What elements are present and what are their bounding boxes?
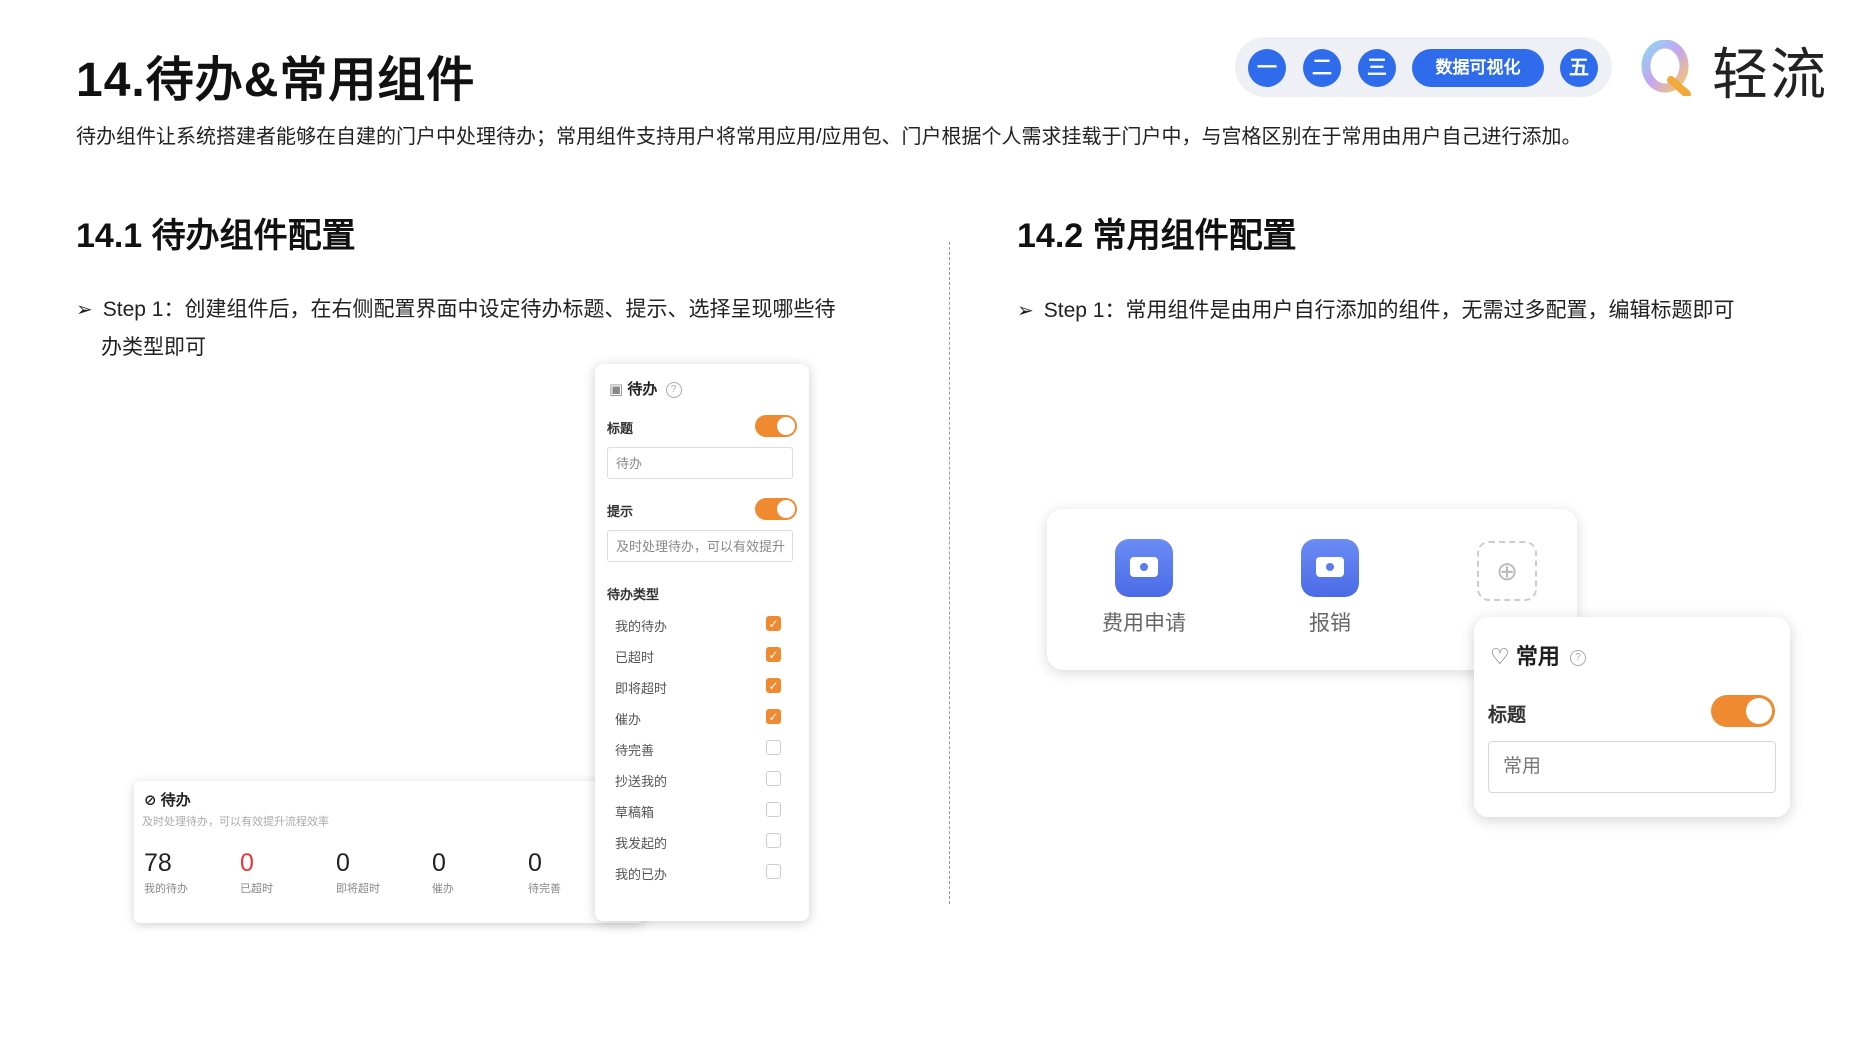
common-config-card: ♡ 常用 ? 标题 常用: [1474, 617, 1790, 817]
todo-icon: ▣: [609, 381, 624, 398]
common-card-header-text: 常用: [1515, 644, 1560, 669]
stat-value: 0: [432, 849, 446, 877]
app-label: 费用申请: [1102, 612, 1186, 635]
stat-label: 我的待办: [144, 883, 188, 895]
stat-label: 即将超时: [336, 883, 380, 895]
checkbox[interactable]: ✓: [766, 616, 781, 631]
type-option[interactable]: 我的已办: [607, 862, 793, 882]
app-expense-request[interactable]: 费用申请: [1089, 539, 1199, 637]
step-todo: ➢ Step 1：创建组件后，在右侧配置界面中设定待办标题、提示、选择呈现哪些待: [76, 291, 835, 329]
type-option[interactable]: 已超时 ✓: [607, 645, 793, 665]
page-intro: 待办组件让系统搭建者能够在自建的门户中处理待办；常用组件支持用户将常用应用/应用…: [76, 126, 1582, 148]
type-option-label: 已超时: [615, 650, 655, 665]
hint-toggle[interactable]: [755, 498, 797, 520]
checkbox[interactable]: [766, 833, 781, 848]
type-option-label: 草稿箱: [615, 805, 655, 820]
todo-widget-card: ⊘ 待办 及时处理待办，可以有效提升流程效率 78 我的待办 0 已超时 0 即…: [134, 781, 644, 923]
step-todo-line2: 办类型即可: [101, 336, 206, 359]
checkbox[interactable]: [766, 771, 781, 786]
todo-widget-title: ⊘ 待办: [144, 789, 191, 810]
checkbox[interactable]: ✓: [766, 647, 781, 662]
nav-item-data-visualization[interactable]: 数据可视化: [1412, 49, 1544, 87]
type-option[interactable]: 催办 ✓: [607, 707, 793, 727]
stat-value: 0: [240, 849, 254, 877]
type-option-label: 我的已办: [615, 867, 668, 882]
chapter-nav: 一 二 三 数据可视化 五: [1235, 37, 1612, 97]
common-title-toggle[interactable]: [1711, 695, 1775, 727]
heart-icon: ♡: [1490, 644, 1510, 669]
panel-header: ▣ 待办 ?: [609, 378, 682, 399]
type-option-label: 抄送我的: [615, 774, 668, 789]
title-input[interactable]: 待办: [607, 447, 793, 479]
stat-my-todo[interactable]: 78 我的待办: [144, 849, 234, 896]
nav-item-1[interactable]: 一: [1248, 49, 1286, 87]
stat-near-overdue[interactable]: 0 即将超时: [336, 849, 426, 896]
type-option-label: 待完善: [615, 743, 655, 758]
title-toggle[interactable]: [755, 415, 797, 437]
checkbox[interactable]: ✓: [766, 709, 781, 724]
type-option-label: 我的待办: [615, 619, 668, 634]
step-common-text: Step 1：常用组件是由用户自行添加的组件，无需过多配置，编辑标题即可: [1043, 299, 1735, 322]
type-option-label: 催办: [615, 712, 642, 727]
camera-icon: [1301, 539, 1359, 597]
common-title-input[interactable]: 常用: [1488, 741, 1776, 793]
panel-header-text: 待办: [627, 381, 658, 398]
stat-value: 78: [144, 849, 172, 877]
section-title-common: 14.2 常用组件配置: [1017, 217, 1297, 255]
todo-config-panel: ▣ 待办 ? 标题 待办 提示 及时处理待办，可以有效提升 待办类型 我的待办 ✓…: [595, 364, 809, 921]
nav-item-5[interactable]: 五: [1560, 49, 1598, 87]
qingflow-logo-icon: [1641, 40, 1691, 96]
step-todo-line1: Step 1：创建组件后，在右侧配置界面中设定待办标题、提示、选择呈现哪些待: [102, 298, 836, 321]
type-option[interactable]: 抄送我的: [607, 769, 793, 789]
check-circle-icon: ⊘: [144, 792, 157, 809]
section-title-todo: 14.1 待办组件配置: [76, 217, 356, 255]
title-label: 标题: [607, 421, 634, 436]
common-title-label: 标题: [1488, 705, 1527, 726]
camera-icon: [1115, 539, 1173, 597]
plus-circle-icon: ⊕: [1496, 556, 1518, 586]
type-option[interactable]: 待完善: [607, 738, 793, 758]
arrow-icon: ➢: [1017, 300, 1034, 322]
app-label: 报销: [1309, 612, 1351, 635]
type-option[interactable]: 我的待办 ✓: [607, 614, 793, 634]
nav-item-3[interactable]: 三: [1358, 49, 1396, 87]
add-app-button[interactable]: ⊕: [1477, 541, 1537, 601]
hint-label: 提示: [607, 504, 634, 519]
checkbox[interactable]: [766, 802, 781, 817]
step-common: ➢ Step 1：常用组件是由用户自行添加的组件，无需过多配置，编辑标题即可: [1017, 292, 1734, 330]
arrow-icon: ➢: [76, 299, 93, 321]
checkbox[interactable]: [766, 864, 781, 879]
help-icon[interactable]: ?: [665, 382, 682, 399]
type-option[interactable]: 我发起的: [607, 831, 793, 851]
type-option-label: 即将超时: [615, 681, 668, 696]
checkbox[interactable]: ✓: [766, 678, 781, 693]
page-title: 14.待办&常用组件: [76, 54, 476, 107]
todo-types-label: 待办类型: [607, 587, 660, 602]
nav-item-2[interactable]: 二: [1303, 49, 1341, 87]
app-reimbursement[interactable]: 报销: [1275, 539, 1385, 637]
logo-text: 轻流: [1712, 43, 1828, 106]
stat-label: 催办: [432, 883, 454, 895]
stat-overdue[interactable]: 0 已超时: [240, 849, 330, 896]
common-card-header: ♡ 常用 ?: [1490, 639, 1586, 671]
stat-urge[interactable]: 0 催办: [432, 849, 522, 896]
type-option-label: 我发起的: [615, 836, 668, 851]
help-icon[interactable]: ?: [1570, 650, 1586, 667]
stat-label: 已超时: [240, 883, 273, 895]
checkbox[interactable]: [766, 740, 781, 755]
type-option[interactable]: 即将超时 ✓: [607, 676, 793, 696]
todo-widget-title-text: 待办: [160, 792, 191, 809]
todo-widget-subtitle: 及时处理待办，可以有效提升流程效率: [142, 816, 329, 828]
hint-input[interactable]: 及时处理待办，可以有效提升: [607, 530, 793, 562]
section-divider: [949, 242, 950, 904]
stat-value: 0: [336, 849, 350, 877]
type-option[interactable]: 草稿箱: [607, 800, 793, 820]
